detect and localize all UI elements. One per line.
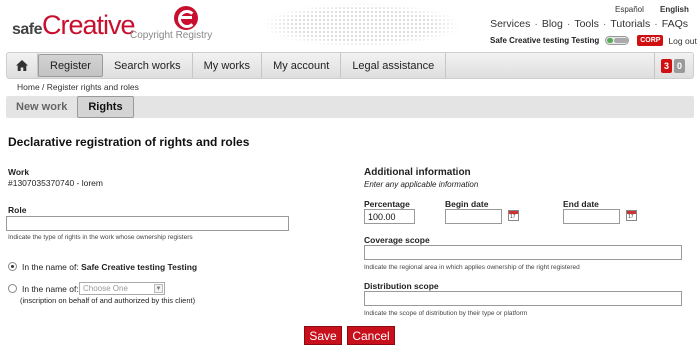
end-date-input[interactable] [563,209,620,224]
coverage-input[interactable] [364,245,682,260]
corp-badge[interactable]: CORP [637,35,664,46]
work-value: #1307035370740 - lorem [8,178,103,188]
lang-spanish-link[interactable]: Español [615,5,644,14]
additional-info-subtitle: Enter any applicable information [364,180,479,189]
client-select[interactable]: Choose One ▼ [79,282,165,295]
begin-date-input[interactable] [445,209,502,224]
radio-other-name[interactable] [8,284,17,293]
separator: · [566,18,571,30]
separator: · [602,18,607,30]
notification-badges: 3 0 [654,53,693,78]
work-label: Work [8,167,30,177]
tagline: Copyright Registry [130,30,213,41]
breadcrumb[interactable]: Home / Register rights and roles [17,82,139,92]
separator: · [534,18,538,30]
nav-search-works[interactable]: Search works [103,53,193,78]
role-label: Role [8,205,27,215]
tab-rights[interactable]: Rights [77,96,134,118]
distribution-help: Indicate the scope of distribution by th… [364,310,528,317]
lang-english-link[interactable]: English [660,5,689,14]
coverage-help: Indicate the regional area in which appl… [364,264,580,271]
percentage-label: Percentage [364,199,410,209]
save-button[interactable]: Save [304,326,342,345]
radio-other-prefix: In the name of: [22,284,79,294]
calendar-icon[interactable]: 17 [508,210,519,221]
role-input[interactable] [6,216,289,231]
topnav-blog[interactable]: Blog [542,18,563,30]
nav-legal-assistance[interactable]: Legal assistance [341,53,447,78]
logout-link[interactable]: Log out [668,36,696,46]
logo[interactable]: safe Creative [12,10,136,41]
home-icon [16,60,28,71]
radio-own-name-value: Safe Creative testing Testing [81,262,198,272]
logo-creative-text: Creative [42,10,136,40]
notification-badge-red[interactable]: 3 [661,58,672,73]
radio-own-name[interactable] [8,262,17,271]
role-help: Indicate the type of rights in the work … [8,234,193,241]
cancel-button[interactable]: Cancel [347,326,395,345]
topnav-tutorials[interactable]: Tutorials [610,18,650,30]
radio-other-note: (inscription on behalf of and authorized… [20,296,196,305]
client-select-value: Choose One [83,284,128,293]
world-map-decoration [262,2,462,48]
page-title: Declarative registration of rights and r… [8,135,250,149]
user-bar: Safe Creative testing Testing CORP Log o… [490,35,697,46]
nav-my-account[interactable]: My account [262,53,342,78]
sub-tabs: New work Rights [6,96,694,118]
percentage-input[interactable] [364,209,415,224]
topnav-services[interactable]: Services [490,18,530,30]
nav-register[interactable]: Register [38,54,103,77]
notification-badge-grey[interactable]: 0 [674,58,685,73]
logo-safe-text: safe [12,21,43,38]
coverage-label: Coverage scope [364,235,430,245]
top-nav: Services · Blog · Tools · Tutorials · FAQs [490,18,688,30]
username[interactable]: Safe Creative testing Testing [490,36,599,45]
tab-new-work[interactable]: New work [6,96,77,118]
home-button[interactable] [7,53,38,78]
main-nav: Register Search works My works My accoun… [6,52,694,79]
calendar-icon[interactable]: 17 [626,210,637,221]
nav-my-works[interactable]: My works [193,53,263,78]
distribution-label: Distribution scope [364,281,439,291]
additional-info-title: Additional information [364,167,471,178]
separator: · [654,18,658,30]
radio-own-prefix: In the name of: [22,262,79,272]
mode-toggle[interactable] [605,36,630,45]
topnav-faqs[interactable]: FAQs [662,18,688,30]
brand-mark-icon [174,6,198,30]
begin-date-label: Begin date [445,199,489,209]
radio-own-name-label: In the name of: Safe Creative testing Te… [22,262,197,272]
end-date-label: End date [563,199,599,209]
chevron-down-icon: ▼ [154,284,163,293]
topnav-tools[interactable]: Tools [574,18,599,30]
site-header: safe Creative Copyright Registry Español… [0,0,700,52]
distribution-input[interactable] [364,291,682,306]
